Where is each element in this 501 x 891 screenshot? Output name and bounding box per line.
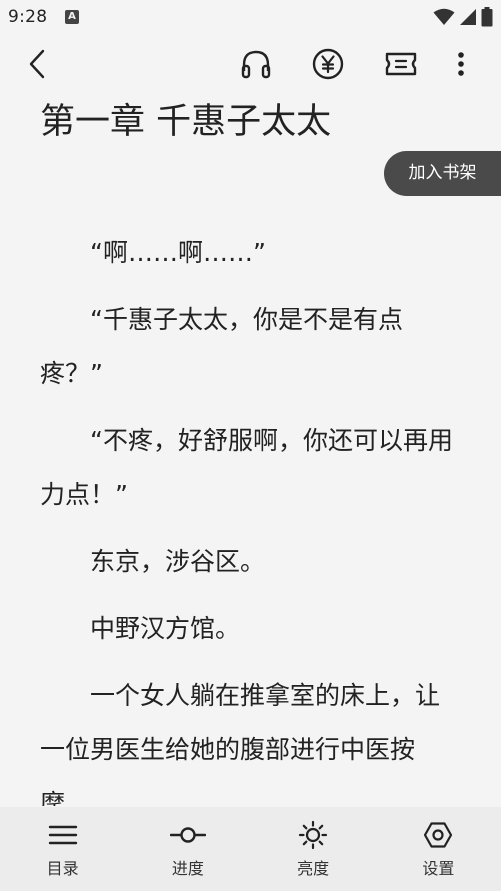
headphones-icon [241, 50, 271, 79]
yen-icon [312, 48, 344, 80]
bottom-nav: 目录 进度 亮度 设置 [0, 807, 501, 891]
menu-icon [48, 825, 77, 845]
reward-button[interactable] [306, 42, 350, 86]
chapter-content: “啊……啊……” “千惠子太太，你是不是有点疼？” “不疼，好舒服啊，你还可以再… [40, 226, 460, 806]
nav-label-catalog: 目录 [46, 859, 79, 878]
status-icons [433, 6, 493, 28]
nav-label-settings: 设置 [422, 859, 455, 878]
nav-item-catalog[interactable]: 目录 [0, 807, 125, 891]
nav-label-progress: 进度 [171, 859, 204, 878]
nav-label-brightness: 亮度 [297, 859, 330, 878]
nav-item-settings[interactable]: 设置 [376, 807, 501, 891]
paragraph: 东京，涉谷区。 [90, 547, 266, 576]
brightness-icon [299, 820, 328, 850]
battery-icon [481, 7, 493, 27]
listen-button[interactable] [234, 42, 278, 86]
back-icon [29, 49, 45, 79]
nav-item-progress[interactable]: 进度 [125, 807, 250, 891]
back-button[interactable] [16, 42, 60, 86]
paragraph: 一个女人躺在推拿室的床上，让一位男医生给她的腹部进行中医按摩。 [40, 681, 441, 806]
settings-icon [424, 822, 453, 848]
more-button[interactable] [439, 42, 483, 86]
signal-icon [460, 9, 476, 25]
ticket-button[interactable] [379, 42, 423, 86]
reader-toolbar [0, 36, 501, 94]
wifi-icon [433, 8, 455, 25]
paragraph: “千惠子太太，你是不是有点疼？” [40, 305, 403, 388]
progress-icon [169, 827, 206, 843]
reader-screen: 9:28 A 第一章 千惠子太太 加入书架 “啊……啊……” “千惠子太太，你是… [0, 0, 501, 891]
status-time: 9:28 [8, 7, 48, 27]
paragraph: “不疼，好舒服啊，你还可以再用力点！” [40, 426, 453, 509]
ticket-icon [385, 52, 417, 76]
add-to-shelf-button[interactable]: 加入书架 [384, 151, 501, 196]
paragraph: “啊……啊……” [90, 238, 266, 267]
chapter-title: 第一章 千惠子太太 [40, 102, 332, 142]
paragraph: 中野汉方馆。 [90, 614, 241, 643]
more-icon [458, 52, 464, 76]
nav-item-brightness[interactable]: 亮度 [251, 807, 376, 891]
status-bar: 9:28 A [0, 0, 501, 36]
notification-a-icon: A [65, 10, 79, 24]
